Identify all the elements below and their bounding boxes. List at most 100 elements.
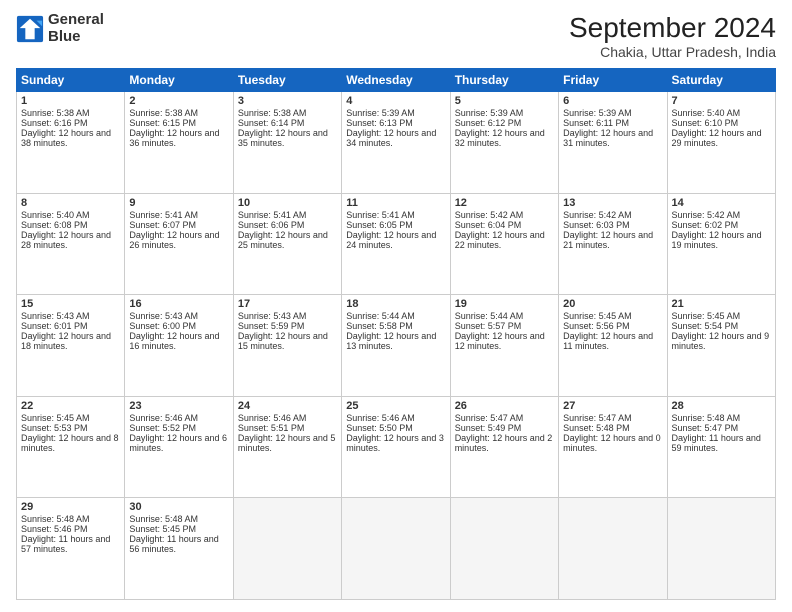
sunset-text: Sunset: 5:57 PM xyxy=(455,321,522,331)
col-wednesday: Wednesday xyxy=(342,69,450,92)
day-number: 28 xyxy=(672,400,771,412)
sunrise-text: Sunrise: 5:46 AM xyxy=(238,413,307,423)
page: General Blue September 2024 Chakia, Utta… xyxy=(0,0,792,612)
daylight-text: Daylight: 12 hours and 35 minutes. xyxy=(238,128,328,148)
day-number: 26 xyxy=(455,400,554,412)
day-cell-20: 20 Sunrise: 5:45 AM Sunset: 5:56 PM Dayl… xyxy=(559,295,667,397)
empty-cell xyxy=(559,498,667,600)
calendar-week-2: 8 Sunrise: 5:40 AM Sunset: 6:08 PM Dayli… xyxy=(17,193,776,295)
sunset-text: Sunset: 6:12 PM xyxy=(455,118,522,128)
sunset-text: Sunset: 5:59 PM xyxy=(238,321,305,331)
sunset-text: Sunset: 5:45 PM xyxy=(129,524,196,534)
day-number: 23 xyxy=(129,400,228,412)
daylight-text: Daylight: 12 hours and 32 minutes. xyxy=(455,128,545,148)
col-tuesday: Tuesday xyxy=(233,69,341,92)
sunrise-text: Sunrise: 5:38 AM xyxy=(129,108,198,118)
sunset-text: Sunset: 6:05 PM xyxy=(346,220,413,230)
day-cell-13: 13 Sunrise: 5:42 AM Sunset: 6:03 PM Dayl… xyxy=(559,193,667,295)
sunset-text: Sunset: 5:51 PM xyxy=(238,423,305,433)
day-cell-14: 14 Sunrise: 5:42 AM Sunset: 6:02 PM Dayl… xyxy=(667,193,775,295)
sunset-text: Sunset: 5:52 PM xyxy=(129,423,196,433)
col-thursday: Thursday xyxy=(450,69,558,92)
daylight-text: Daylight: 12 hours and 31 minutes. xyxy=(563,128,653,148)
day-cell-16: 16 Sunrise: 5:43 AM Sunset: 6:00 PM Dayl… xyxy=(125,295,233,397)
daylight-text: Daylight: 12 hours and 13 minutes. xyxy=(346,331,436,351)
daylight-text: Daylight: 12 hours and 0 minutes. xyxy=(563,433,661,453)
day-cell-1: 1 Sunrise: 5:38 AM Sunset: 6:16 PM Dayli… xyxy=(17,92,125,194)
day-cell-4: 4 Sunrise: 5:39 AM Sunset: 6:13 PM Dayli… xyxy=(342,92,450,194)
sunrise-text: Sunrise: 5:40 AM xyxy=(672,108,741,118)
day-cell-15: 15 Sunrise: 5:43 AM Sunset: 6:01 PM Dayl… xyxy=(17,295,125,397)
sunset-text: Sunset: 6:03 PM xyxy=(563,220,630,230)
day-number: 9 xyxy=(129,197,228,209)
day-cell-29: 29 Sunrise: 5:48 AM Sunset: 5:46 PM Dayl… xyxy=(17,498,125,600)
col-friday: Friday xyxy=(559,69,667,92)
sunrise-text: Sunrise: 5:41 AM xyxy=(238,210,307,220)
day-number: 1 xyxy=(21,95,120,107)
calendar-body: 1 Sunrise: 5:38 AM Sunset: 6:16 PM Dayli… xyxy=(17,92,776,600)
logo-icon xyxy=(16,15,44,43)
sunset-text: Sunset: 5:48 PM xyxy=(563,423,630,433)
sunrise-text: Sunrise: 5:44 AM xyxy=(346,311,415,321)
daylight-text: Daylight: 12 hours and 3 minutes. xyxy=(346,433,444,453)
day-cell-10: 10 Sunrise: 5:41 AM Sunset: 6:06 PM Dayl… xyxy=(233,193,341,295)
day-number: 14 xyxy=(672,197,771,209)
daylight-text: Daylight: 11 hours and 57 minutes. xyxy=(21,534,110,554)
sunrise-text: Sunrise: 5:39 AM xyxy=(346,108,415,118)
daylight-text: Daylight: 12 hours and 18 minutes. xyxy=(21,331,111,351)
daylight-text: Daylight: 12 hours and 26 minutes. xyxy=(129,230,219,250)
daylight-text: Daylight: 12 hours and 19 minutes. xyxy=(672,230,762,250)
daylight-text: Daylight: 11 hours and 56 minutes. xyxy=(129,534,218,554)
day-cell-27: 27 Sunrise: 5:47 AM Sunset: 5:48 PM Dayl… xyxy=(559,396,667,498)
day-number: 8 xyxy=(21,197,120,209)
sunrise-text: Sunrise: 5:38 AM xyxy=(21,108,90,118)
day-number: 11 xyxy=(346,197,445,209)
col-sunday: Sunday xyxy=(17,69,125,92)
sunrise-text: Sunrise: 5:46 AM xyxy=(346,413,415,423)
logo-line2: Blue xyxy=(48,29,104,46)
sunrise-text: Sunrise: 5:39 AM xyxy=(455,108,524,118)
sunset-text: Sunset: 6:02 PM xyxy=(672,220,739,230)
sunrise-text: Sunrise: 5:42 AM xyxy=(672,210,741,220)
col-monday: Monday xyxy=(125,69,233,92)
sunset-text: Sunset: 5:50 PM xyxy=(346,423,413,433)
sunrise-text: Sunrise: 5:47 AM xyxy=(455,413,524,423)
calendar-week-5: 29 Sunrise: 5:48 AM Sunset: 5:46 PM Dayl… xyxy=(17,498,776,600)
sunrise-text: Sunrise: 5:48 AM xyxy=(129,514,198,524)
sunrise-text: Sunrise: 5:43 AM xyxy=(238,311,307,321)
sunrise-text: Sunrise: 5:48 AM xyxy=(672,413,741,423)
sunrise-text: Sunrise: 5:42 AM xyxy=(455,210,524,220)
month-title: September 2024 xyxy=(569,12,776,44)
day-number: 3 xyxy=(238,95,337,107)
day-number: 24 xyxy=(238,400,337,412)
daylight-text: Daylight: 12 hours and 28 minutes. xyxy=(21,230,111,250)
day-cell-28: 28 Sunrise: 5:48 AM Sunset: 5:47 PM Dayl… xyxy=(667,396,775,498)
sunrise-text: Sunrise: 5:41 AM xyxy=(346,210,415,220)
sunrise-text: Sunrise: 5:45 AM xyxy=(672,311,741,321)
day-cell-18: 18 Sunrise: 5:44 AM Sunset: 5:58 PM Dayl… xyxy=(342,295,450,397)
calendar-table: Sunday Monday Tuesday Wednesday Thursday… xyxy=(16,68,776,600)
sunset-text: Sunset: 6:16 PM xyxy=(21,118,88,128)
daylight-text: Daylight: 12 hours and 15 minutes. xyxy=(238,331,328,351)
day-cell-12: 12 Sunrise: 5:42 AM Sunset: 6:04 PM Dayl… xyxy=(450,193,558,295)
day-number: 22 xyxy=(21,400,120,412)
sunrise-text: Sunrise: 5:39 AM xyxy=(563,108,632,118)
sunrise-text: Sunrise: 5:41 AM xyxy=(129,210,198,220)
daylight-text: Daylight: 12 hours and 21 minutes. xyxy=(563,230,653,250)
day-cell-6: 6 Sunrise: 5:39 AM Sunset: 6:11 PM Dayli… xyxy=(559,92,667,194)
sunset-text: Sunset: 5:58 PM xyxy=(346,321,413,331)
sunset-text: Sunset: 5:53 PM xyxy=(21,423,88,433)
daylight-text: Daylight: 12 hours and 34 minutes. xyxy=(346,128,436,148)
daylight-text: Daylight: 12 hours and 11 minutes. xyxy=(563,331,653,351)
daylight-text: Daylight: 12 hours and 22 minutes. xyxy=(455,230,545,250)
sunset-text: Sunset: 6:08 PM xyxy=(21,220,88,230)
sunrise-text: Sunrise: 5:43 AM xyxy=(129,311,198,321)
sunset-text: Sunset: 6:00 PM xyxy=(129,321,196,331)
day-number: 27 xyxy=(563,400,662,412)
sunrise-text: Sunrise: 5:48 AM xyxy=(21,514,90,524)
day-cell-7: 7 Sunrise: 5:40 AM Sunset: 6:10 PM Dayli… xyxy=(667,92,775,194)
day-cell-21: 21 Sunrise: 5:45 AM Sunset: 5:54 PM Dayl… xyxy=(667,295,775,397)
sunset-text: Sunset: 6:07 PM xyxy=(129,220,196,230)
day-number: 2 xyxy=(129,95,228,107)
day-number: 7 xyxy=(672,95,771,107)
